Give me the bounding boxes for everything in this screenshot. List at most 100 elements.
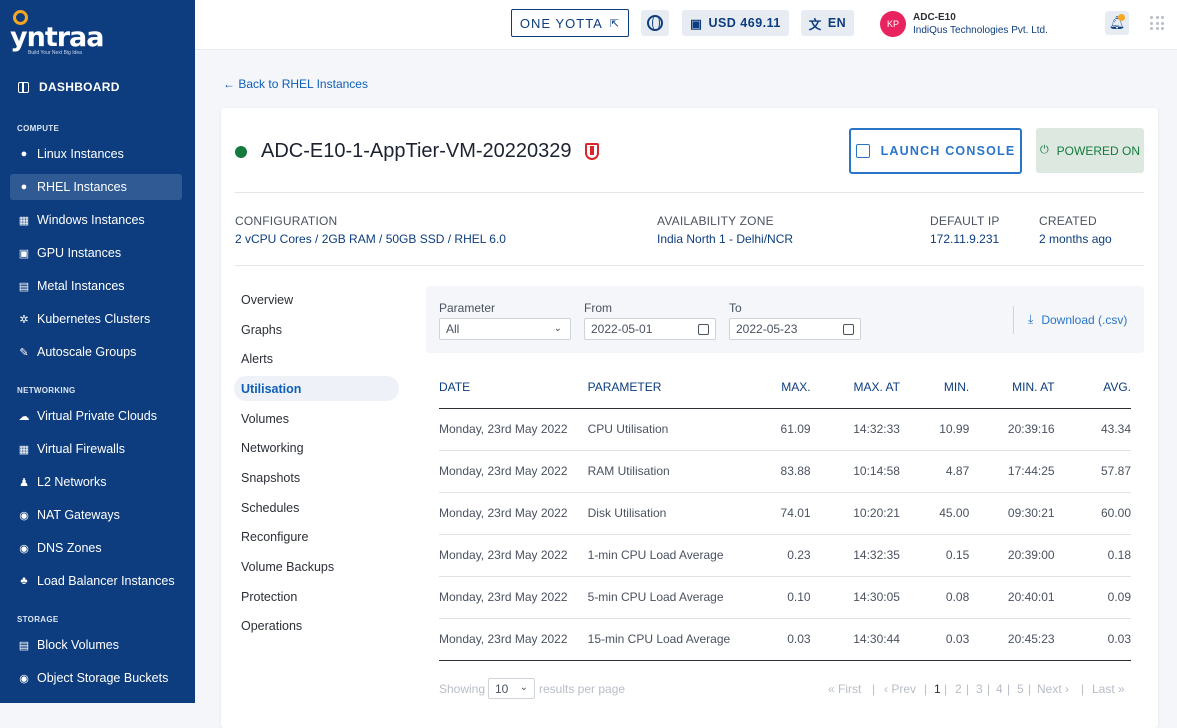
col-min-at[interactable]: MIN. AT [969, 366, 1055, 409]
pagination-sep: | [1028, 682, 1032, 696]
sidebar-dashboard[interactable]: DASHBOARD [18, 80, 120, 94]
notifications-button[interactable]: 🔔︎ [1105, 11, 1129, 35]
dns-icon: ◉ [19, 542, 29, 555]
subnav-volumes[interactable]: Volumes [234, 406, 399, 431]
section-storage: STORAGE [17, 615, 59, 624]
subnav-protection[interactable]: Protection [234, 584, 399, 609]
col-avg[interactable]: AVG. [1054, 366, 1131, 409]
back-link[interactable]: ← Back to RHEL Instances [223, 77, 368, 91]
cell-max: 74.01 [753, 492, 811, 535]
to-date-input[interactable]: 2022-05-23 [729, 318, 861, 340]
apps-grid-icon[interactable] [1150, 16, 1164, 30]
yntraa-logo[interactable]: yntraa Build Your Next Big Idea [10, 10, 120, 58]
sidebar-item-label: Linux Instances [37, 147, 124, 161]
chevron-down-icon: ⌄ [519, 682, 528, 693]
pagination-next[interactable]: Next › [1037, 682, 1069, 696]
sidebar-item-label: Virtual Firewalls [37, 442, 125, 456]
pagination-prev[interactable]: ‹ Prev [884, 682, 916, 696]
from-date-input[interactable]: 2022-05-01 [584, 318, 716, 340]
kubernetes-icon: ✲ [19, 313, 29, 326]
sidebar-item-linux-instances[interactable]: ● Linux Instances [10, 141, 182, 167]
parameter-select[interactable]: All ⌄ [439, 318, 571, 340]
subnav-alerts[interactable]: Alerts [234, 346, 399, 371]
parameter-label: Parameter [439, 301, 496, 315]
sidebar-item-nat-gateways[interactable]: ◉ NAT Gateways [10, 502, 182, 528]
firewall-icon: ▦ [18, 443, 30, 456]
launch-console-button[interactable]: LAUNCH CONSOLE [849, 128, 1022, 174]
subnav-overview[interactable]: Overview [234, 287, 399, 312]
protection-shield-icon[interactable] [585, 143, 599, 160]
sidebar-item-label: Load Balancer Instances [37, 574, 175, 588]
metal-icon: ▤ [18, 280, 30, 293]
per-page-select[interactable]: 10 ⌄ [488, 678, 535, 699]
table-row: Monday, 23rd May 2022 Disk Utilisation 74.… [439, 492, 1131, 535]
gateway-icon: ◉ [19, 509, 29, 522]
sidebar-item-label: Object Storage Buckets [37, 671, 169, 685]
dashboard-icon [18, 81, 29, 93]
one-yotta-button[interactable]: ONE YOTTA ⇱ [511, 9, 629, 37]
subnav-networking[interactable]: Networking [234, 435, 399, 460]
results-per-page-label: results per page [539, 682, 626, 696]
divider [235, 265, 1144, 266]
cell-max: 61.09 [753, 408, 811, 451]
col-min[interactable]: MIN. [899, 366, 970, 409]
pagination-page-1[interactable]: 1 [934, 682, 941, 696]
launch-icon [855, 144, 870, 158]
cell-max-at: 14:30:05 [810, 576, 900, 619]
subnav-volume-backups[interactable]: Volume Backups [234, 554, 399, 579]
wallet-balance-button[interactable]: ▣ USD 469.11 [682, 10, 789, 36]
to-label: To [729, 301, 742, 315]
filter-bar: Parameter All ⌄ From 2022-05-01 To 2022-0… [426, 286, 1144, 353]
sidebar-item-label: Virtual Private Clouds [37, 409, 157, 423]
col-date[interactable]: DATE [439, 366, 588, 409]
cell-min: 45.00 [899, 492, 970, 535]
sidebar-item-windows-instances[interactable]: ▦ Windows Instances [10, 207, 182, 233]
avatar[interactable]: KP [880, 11, 906, 37]
pagination-page-2[interactable]: 2 [955, 682, 962, 696]
sidebar-item-gpu-instances[interactable]: ▣ GPU Instances [10, 240, 182, 266]
sidebar-item-rhel-instances[interactable]: ● RHEL Instances [10, 174, 182, 200]
user-name[interactable]: ADC-E10 [913, 12, 956, 23]
sidebar-item-virtual-private-clouds[interactable]: ☁ Virtual Private Clouds [10, 403, 182, 429]
download-icon: ⤓ [1028, 312, 1034, 326]
sidebar-item-l2-networks[interactable]: ♟ L2 Networks [10, 469, 182, 495]
subnav-schedules[interactable]: Schedules [234, 495, 399, 520]
wallet-icon: ▣ [690, 16, 703, 31]
power-state-button[interactable]: ⏻ POWERED ON [1036, 128, 1144, 173]
sidebar-item-virtual-firewalls[interactable]: ▦ Virtual Firewalls [10, 436, 182, 462]
showing-label: Showing [439, 682, 486, 696]
notification-badge [1118, 14, 1125, 21]
subnav-reconfigure[interactable]: Reconfigure [234, 524, 399, 549]
region-button[interactable] [641, 10, 669, 36]
launch-console-label: LAUNCH CONSOLE [880, 144, 1016, 158]
sidebar-item-metal-instances[interactable]: ▤ Metal Instances [10, 273, 182, 299]
col-parameter[interactable]: PARAMETER [587, 366, 754, 409]
cell-min-at: 20:40:01 [969, 576, 1055, 619]
sidebar-item-object-storage-buckets[interactable]: ◉ Object Storage Buckets [10, 665, 182, 691]
organization-name[interactable]: IndiQus Technologies Pvt. Ltd. [913, 25, 1048, 36]
subnav-graphs[interactable]: Graphs [234, 317, 399, 342]
subnav-snapshots[interactable]: Snapshots [234, 465, 399, 490]
pagination-page-4[interactable]: 4 [996, 682, 1003, 696]
sidebar-item-kubernetes-clusters[interactable]: ✲ Kubernetes Clusters [10, 306, 182, 332]
col-max[interactable]: MAX. [753, 366, 811, 409]
sidebar-item-label: Kubernetes Clusters [37, 312, 151, 326]
sidebar-item-autoscale-groups[interactable]: ✎ Autoscale Groups [10, 339, 182, 365]
sidebar-item-dns-zones[interactable]: ◉ DNS Zones [10, 535, 182, 561]
download-csv-link[interactable]: ⤓ Download (.csv) [1028, 312, 1127, 327]
cell-parameter: CPU Utilisation [587, 408, 754, 451]
pagination-first[interactable]: « First [828, 682, 861, 696]
subnav-operations[interactable]: Operations [234, 613, 399, 638]
cell-date: Monday, 23rd May 2022 [439, 576, 588, 619]
pagination-page-5[interactable]: 5 [1017, 682, 1024, 696]
sidebar-item-block-volumes[interactable]: ▤ Block Volumes [10, 632, 182, 658]
sidebar-item-label: GPU Instances [37, 246, 122, 260]
language-button[interactable]: 文 EN [801, 10, 854, 36]
subnav-utilisation[interactable]: Utilisation [234, 376, 399, 401]
cell-avg: 0.18 [1054, 534, 1131, 577]
pagination-page-3[interactable]: 3 [976, 682, 983, 696]
sidebar-item-load-balancer-instances[interactable]: ♣ Load Balancer Instances [10, 568, 182, 594]
pagination-sep: | [987, 682, 991, 696]
col-max-at[interactable]: MAX. AT [810, 366, 900, 409]
pagination-last[interactable]: Last » [1092, 682, 1125, 696]
